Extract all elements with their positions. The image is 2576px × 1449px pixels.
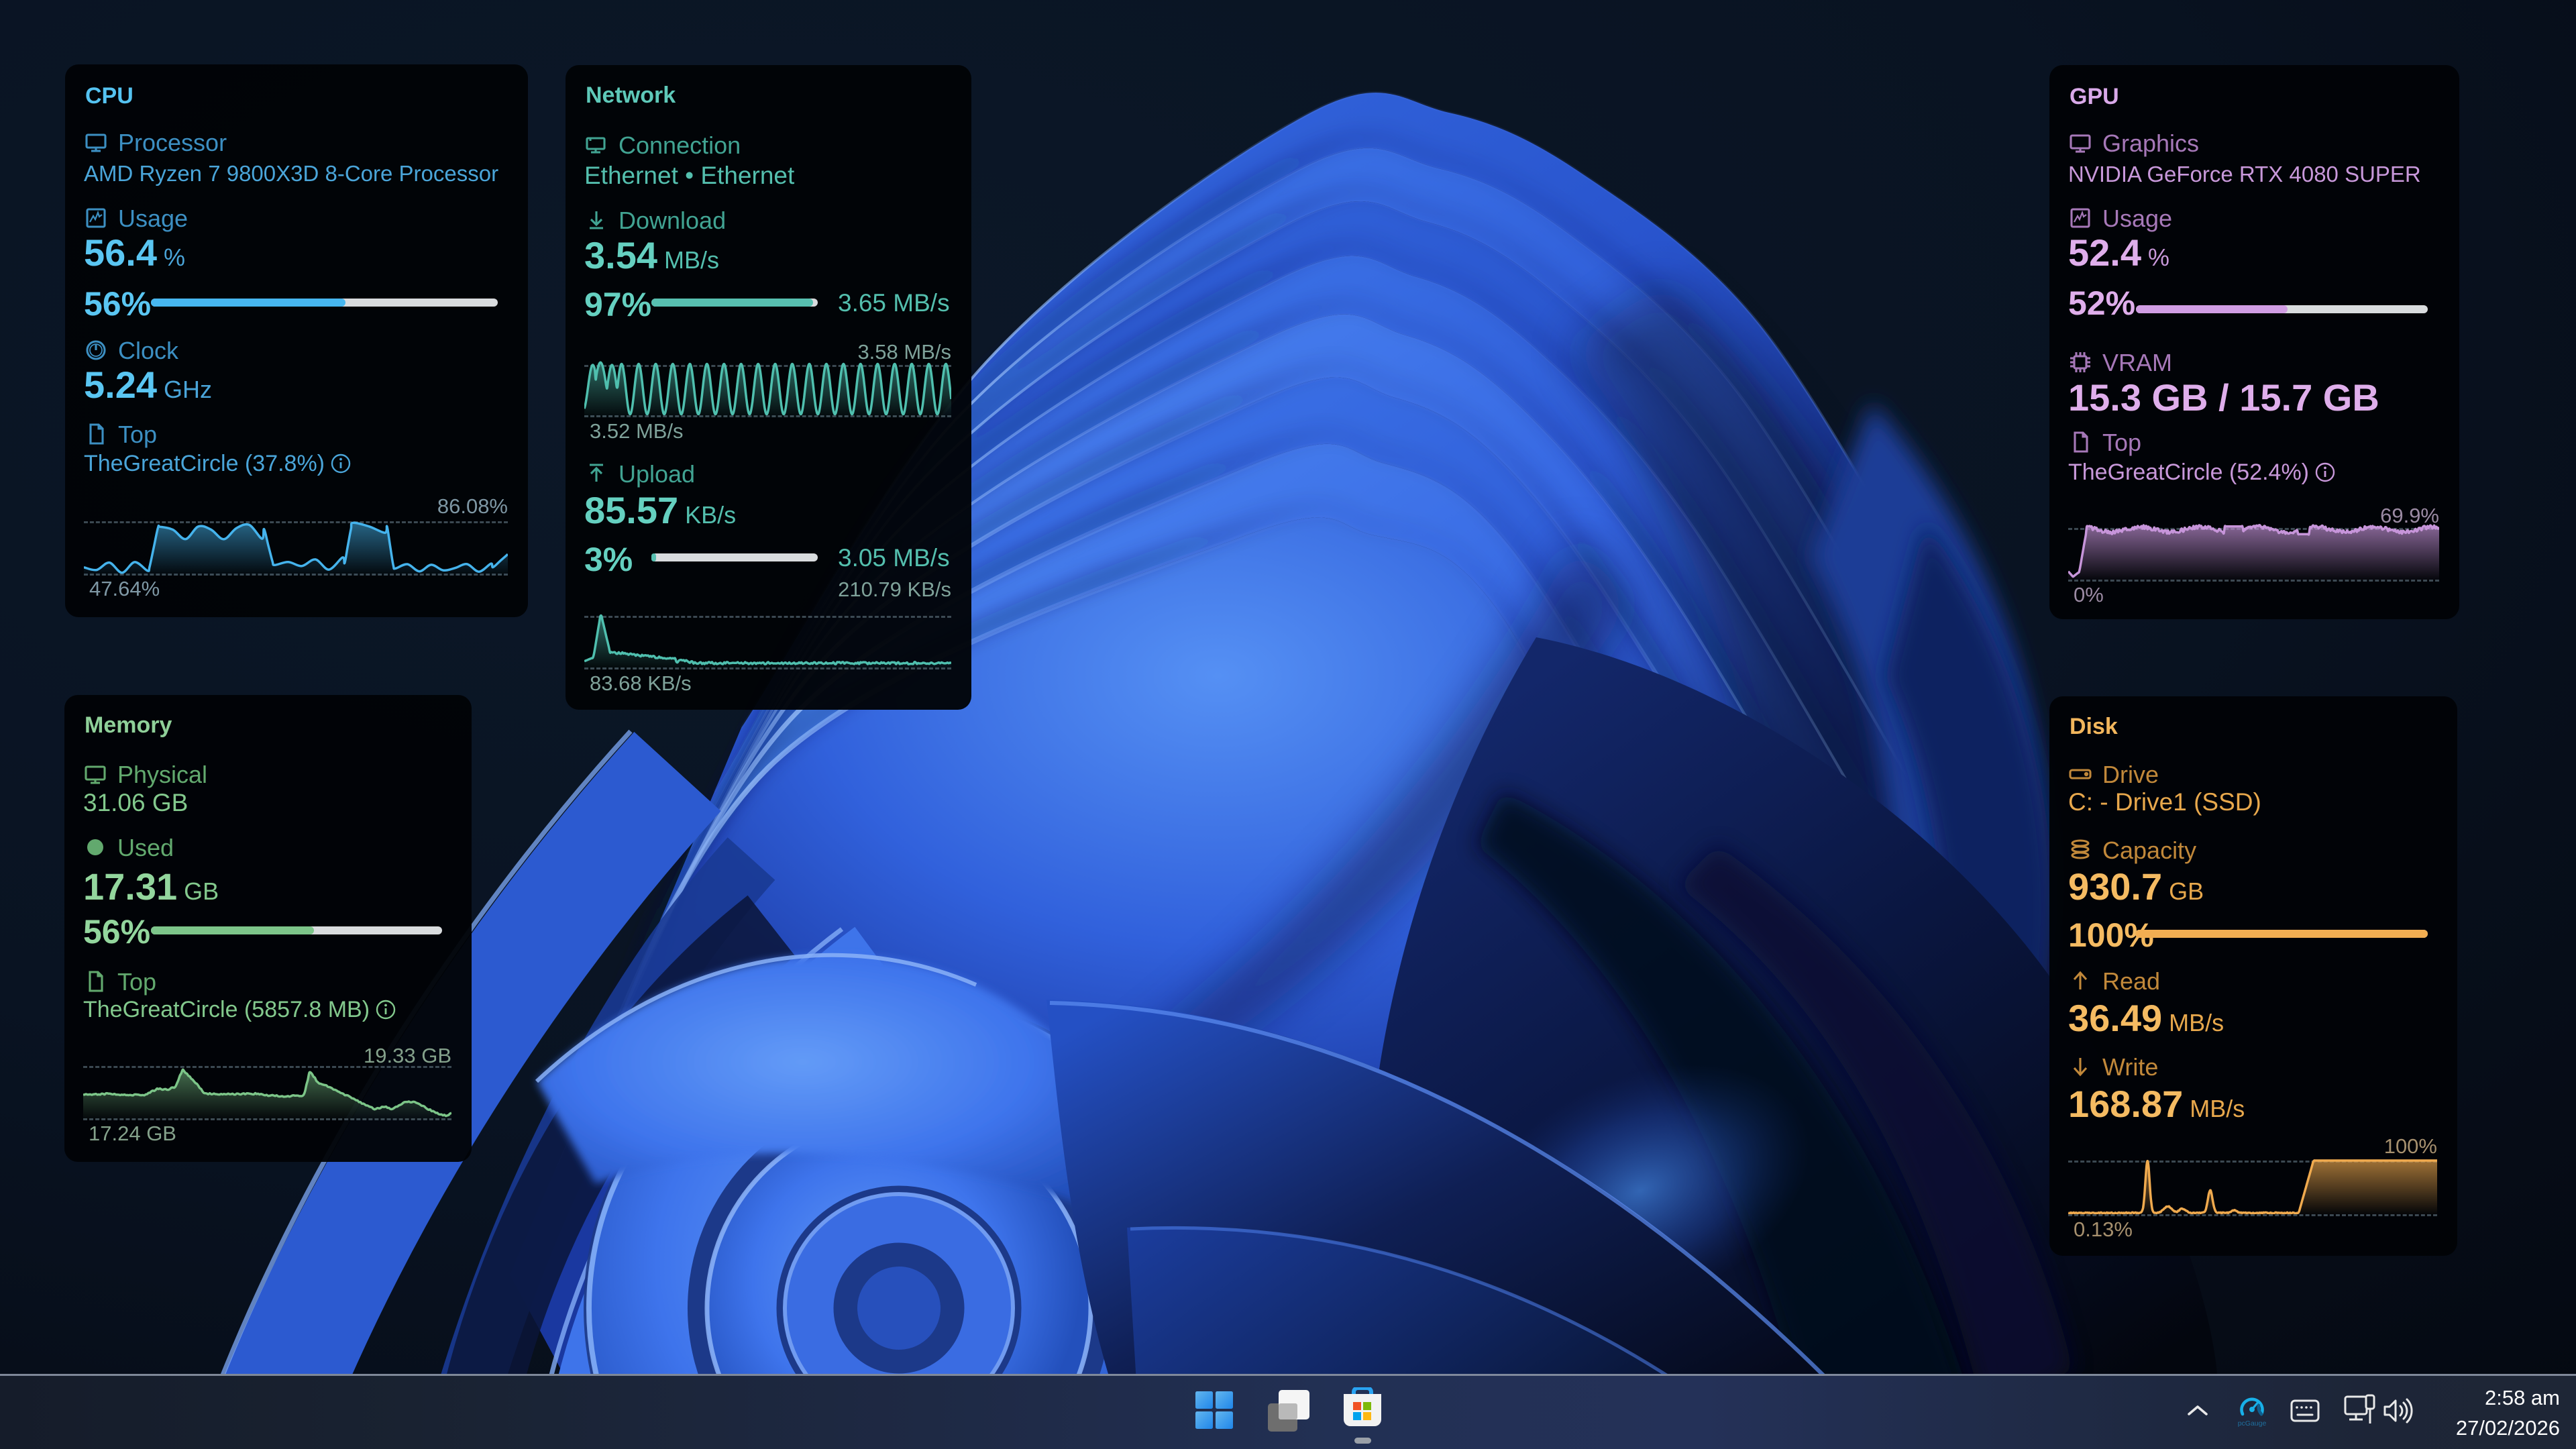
svg-text:pcGauge: pcGauge xyxy=(2238,1419,2266,1428)
